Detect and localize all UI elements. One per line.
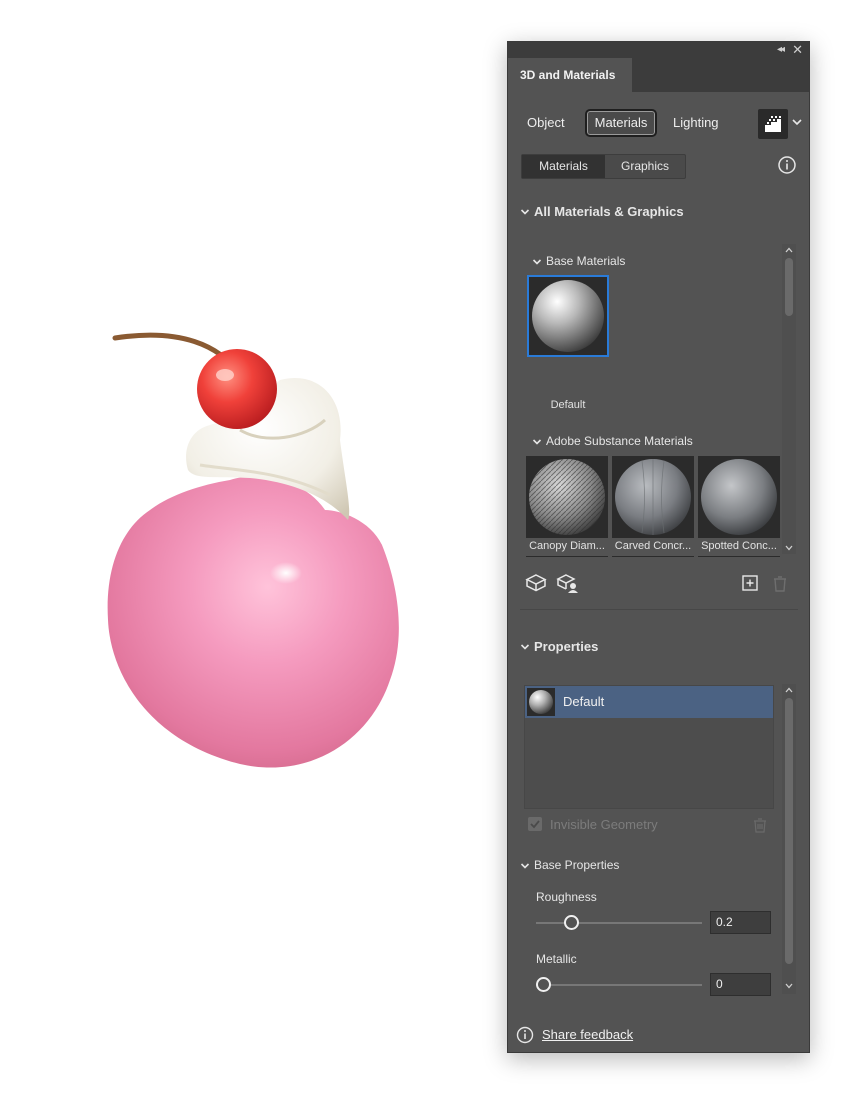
close-panel-button[interactable]: ✕ bbox=[792, 42, 803, 58]
scroll-up-icon[interactable] bbox=[784, 686, 794, 694]
render-button[interactable] bbox=[758, 109, 788, 139]
checkmark-icon bbox=[530, 820, 540, 829]
chevron-down-icon[interactable] bbox=[791, 116, 803, 128]
roughness-label: Roughness bbox=[536, 890, 597, 904]
share-feedback-link[interactable]: Share feedback bbox=[542, 1027, 633, 1042]
material-thumb-stone[interactable] bbox=[526, 556, 608, 557]
material-label-default: Default bbox=[550, 399, 586, 411]
3d-materials-panel: ◂◂ ✕ 3D and Materials Object Materials L… bbox=[507, 41, 810, 1053]
info-icon bbox=[516, 1026, 534, 1044]
material-thumb-red-plaster[interactable] bbox=[698, 556, 780, 557]
invisible-geometry-option: Invisible Geometry bbox=[528, 816, 768, 834]
sphere-preview-icon bbox=[701, 459, 777, 535]
sphere-preview-icon bbox=[532, 280, 604, 352]
material-thumb-spotted-concrete[interactable] bbox=[698, 456, 780, 538]
substance-materials-title: Adobe Substance Materials bbox=[546, 434, 693, 448]
chevron-down-icon bbox=[532, 259, 542, 265]
cupcake-3d-object[interactable] bbox=[90, 320, 420, 780]
metallic-slider[interactable] bbox=[536, 977, 702, 992]
render-icon bbox=[765, 116, 781, 132]
chevron-down-icon bbox=[520, 863, 530, 869]
base-materials-title: Base Materials bbox=[546, 254, 626, 268]
library-scroll-thumb[interactable] bbox=[785, 258, 793, 316]
roughness-input[interactable]: 0.2 bbox=[710, 911, 771, 934]
info-icon[interactable] bbox=[777, 155, 797, 175]
base-properties-title: Base Properties bbox=[534, 858, 620, 872]
panel-tab-bar: 3D and Materials bbox=[508, 58, 809, 92]
material-swatch bbox=[527, 688, 555, 716]
sphere-preview-icon bbox=[612, 556, 694, 557]
metallic-input[interactable]: 0 bbox=[710, 973, 771, 996]
applied-material-name: Default bbox=[563, 694, 605, 709]
add-material-icon[interactable] bbox=[738, 572, 762, 594]
material-label-canopy: Canopy Diam... bbox=[529, 540, 605, 552]
tab-graphics-library[interactable]: Graphics bbox=[605, 155, 685, 178]
sphere-preview-icon bbox=[615, 459, 691, 535]
roughness-slider[interactable] bbox=[536, 915, 702, 930]
section-divider bbox=[520, 609, 798, 610]
tab-lighting[interactable]: Lighting bbox=[673, 109, 719, 137]
apply-material-icon[interactable] bbox=[524, 572, 548, 594]
base-materials-header[interactable]: Base Materials bbox=[532, 254, 792, 270]
scroll-down-icon[interactable] bbox=[784, 544, 794, 552]
all-materials-title: All Materials & Graphics bbox=[534, 204, 684, 219]
mode-tabs: Object Materials Lighting bbox=[508, 106, 809, 140]
tab-materials-library[interactable]: Materials bbox=[522, 155, 605, 178]
chevron-down-icon bbox=[520, 209, 530, 215]
properties-scrollbar[interactable] bbox=[782, 684, 796, 994]
delete-material-icon[interactable] bbox=[768, 572, 792, 594]
sphere-preview-icon bbox=[529, 459, 605, 535]
scroll-down-icon[interactable] bbox=[784, 982, 794, 990]
library-scrollbar[interactable] bbox=[782, 244, 796, 554]
artwork-canvas[interactable] bbox=[90, 320, 420, 780]
panel-tab-3d-materials[interactable]: 3D and Materials bbox=[508, 58, 632, 92]
base-properties-header[interactable]: Base Properties bbox=[520, 858, 780, 874]
sphere-preview-icon bbox=[526, 556, 608, 557]
roughness-slider-knob[interactable] bbox=[564, 915, 579, 930]
apply-material-to-selection-icon[interactable] bbox=[556, 572, 580, 594]
material-label-carved-concrete: Carved Concr... bbox=[614, 540, 692, 552]
panel-title-bar: ◂◂ ✕ bbox=[508, 42, 809, 58]
all-materials-section-header[interactable]: All Materials & Graphics bbox=[520, 204, 790, 222]
trash-icon[interactable] bbox=[752, 816, 768, 834]
tab-object[interactable]: Object bbox=[527, 109, 565, 137]
metallic-slider-knob[interactable] bbox=[536, 977, 551, 992]
chevron-down-icon bbox=[532, 439, 542, 445]
materials-graphics-toggle: Materials Graphics bbox=[521, 154, 686, 179]
chevron-down-icon bbox=[520, 644, 530, 650]
library-actions bbox=[508, 568, 809, 598]
collapse-panel-button[interactable]: ◂◂ bbox=[777, 42, 785, 58]
panel-footer: Share feedback bbox=[508, 1020, 809, 1052]
material-thumb-canopy[interactable] bbox=[526, 456, 608, 538]
invisible-geometry-label: Invisible Geometry bbox=[550, 817, 658, 832]
sphere-preview-icon bbox=[529, 690, 553, 714]
material-thumb-woven[interactable] bbox=[612, 556, 694, 557]
properties-section-header[interactable]: Properties bbox=[520, 639, 790, 657]
scroll-up-icon[interactable] bbox=[784, 246, 794, 254]
tab-materials[interactable]: Materials bbox=[585, 109, 657, 137]
material-label-spotted-concrete: Spotted Conc... bbox=[701, 540, 777, 552]
sphere-preview-icon bbox=[698, 556, 780, 557]
material-thumb-default[interactable] bbox=[527, 275, 609, 357]
properties-title: Properties bbox=[534, 639, 599, 654]
invisible-geometry-checkbox[interactable] bbox=[528, 817, 542, 831]
substance-materials-header[interactable]: Adobe Substance Materials bbox=[532, 434, 792, 450]
applied-materials-list: Default bbox=[524, 685, 774, 809]
applied-material-row[interactable]: Default bbox=[525, 686, 773, 718]
properties-scroll-thumb[interactable] bbox=[785, 698, 793, 964]
metallic-label: Metallic bbox=[536, 952, 577, 966]
material-thumb-carved-concrete[interactable] bbox=[612, 456, 694, 538]
materials-library: Base Materials Default Adobe Substance M… bbox=[520, 242, 798, 557]
